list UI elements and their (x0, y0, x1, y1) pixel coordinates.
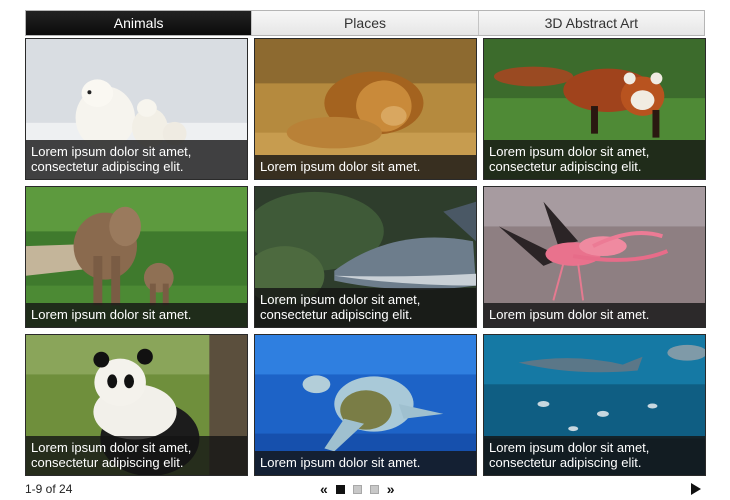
tile-caption: Lorem ipsum dolor sit amet, consectetur … (26, 436, 247, 475)
result-count: 1-9 of 24 (25, 482, 73, 496)
page-dot-1[interactable] (335, 484, 345, 494)
tile-caption: Lorem ipsum dolor sit amet, consectetur … (26, 140, 247, 179)
next-page-button[interactable]: » (387, 480, 395, 498)
gallery-tile[interactable]: Lorem ipsum dolor sit amet. (254, 38, 477, 180)
gallery-tile[interactable]: Lorem ipsum dolor sit amet. (483, 186, 706, 328)
tile-caption: Lorem ipsum dolor sit amet, consectetur … (484, 436, 705, 475)
gallery-tile[interactable]: Lorem ipsum dolor sit amet, consectetur … (483, 334, 706, 476)
tile-caption: Lorem ipsum dolor sit amet. (255, 451, 476, 475)
tile-caption: Lorem ipsum dolor sit amet. (484, 303, 705, 327)
gallery-tile[interactable]: Lorem ipsum dolor sit amet. (25, 186, 248, 328)
tab-3d-abstract-art[interactable]: 3D Abstract Art (478, 11, 704, 35)
tile-caption: Lorem ipsum dolor sit amet, consectetur … (484, 140, 705, 179)
page-controls: « » (320, 480, 395, 498)
gallery-tile[interactable]: Lorem ipsum dolor sit amet, consectetur … (25, 38, 248, 180)
gallery-tile[interactable]: Lorem ipsum dolor sit amet. (254, 334, 477, 476)
tab-places[interactable]: Places (252, 11, 479, 35)
tile-caption: Lorem ipsum dolor sit amet. (26, 303, 247, 327)
play-icon[interactable] (691, 483, 701, 495)
prev-page-button[interactable]: « (320, 480, 328, 498)
tab-animals[interactable]: Animals (26, 11, 253, 35)
gallery-tile[interactable]: Lorem ipsum dolor sit amet, consectetur … (254, 186, 477, 328)
tile-caption: Lorem ipsum dolor sit amet. (255, 155, 476, 179)
tile-caption: Lorem ipsum dolor sit amet, consectetur … (255, 288, 476, 327)
pagination: 1-9 of 24 « » (25, 480, 705, 498)
gallery-tile[interactable]: Lorem ipsum dolor sit amet, consectetur … (25, 334, 248, 476)
gallery-tile[interactable]: Lorem ipsum dolor sit amet, consectetur … (483, 38, 706, 180)
page-dot-3[interactable] (369, 484, 379, 494)
image-grid: Lorem ipsum dolor sit amet, consectetur … (25, 38, 706, 476)
category-tabs: Animals Places 3D Abstract Art (25, 10, 705, 36)
page-dot-2[interactable] (352, 484, 362, 494)
